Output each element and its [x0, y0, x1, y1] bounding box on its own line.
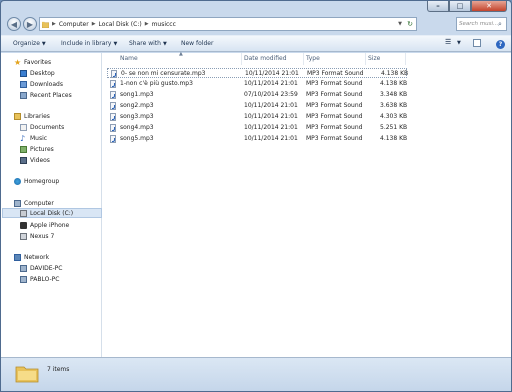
back-button[interactable]: ◀: [7, 17, 21, 31]
forward-button[interactable]: ▶: [23, 17, 37, 31]
music-icon: ♪: [20, 133, 26, 143]
title-bar: – □ ✕: [1, 1, 511, 15]
breadcrumb-local-disk[interactable]: Local Disk (C:): [99, 21, 142, 28]
column-header-size[interactable]: Size: [366, 53, 406, 65]
caption-buttons: – □ ✕: [427, 1, 507, 12]
address-bar[interactable]: ▶ Computer ▶ Local Disk (C:) ▶ musiccc ▼…: [39, 17, 417, 31]
mp3-file-icon: [111, 70, 117, 78]
folder-icon: [42, 21, 49, 28]
dropdown-arrow-icon[interactable]: ▼: [398, 21, 402, 27]
pictures-icon: [20, 145, 27, 153]
include-in-library-button[interactable]: Include in library ▼: [61, 40, 117, 47]
view-dropdown-icon[interactable]: ▼: [457, 40, 461, 46]
nav-network[interactable]: Network: [14, 252, 114, 262]
pc-icon: [20, 264, 27, 272]
close-button[interactable]: ✕: [471, 1, 507, 12]
mp3-file-icon: [110, 80, 116, 88]
homegroup-icon: [14, 177, 21, 185]
mp3-file-icon: [110, 91, 116, 99]
pc-icon: [20, 275, 27, 283]
device-icon: [20, 232, 27, 240]
command-bar: Organize ▼ Include in library ▼ Share with…: [1, 35, 511, 52]
phone-icon: [20, 221, 27, 229]
recent-places-icon: [20, 91, 27, 99]
column-header-type[interactable]: Type: [304, 53, 366, 65]
nav-local-disk[interactable]: Local Disk (C:): [2, 208, 102, 218]
address-row: ◀ ▶ ▶ Computer ▶ Local Disk (C:) ▶ music…: [5, 16, 509, 34]
breadcrumb-computer[interactable]: Computer: [59, 21, 89, 28]
file-row[interactable]: 0- se non mi censurate.mp3 10/11/2014 21…: [107, 68, 408, 78]
help-icon[interactable]: ?: [496, 40, 505, 49]
breadcrumb-separator-icon: ▶: [144, 21, 149, 27]
nav-homegroup[interactable]: Homegroup: [14, 176, 114, 186]
nav-computer[interactable]: Computer: [14, 198, 114, 208]
downloads-icon: [20, 80, 27, 88]
star-icon: ★: [14, 57, 22, 67]
network-icon: [14, 253, 21, 261]
chevron-down-icon: ▼: [41, 41, 46, 47]
drive-icon: [20, 209, 27, 217]
item-count: 7 items: [47, 366, 70, 373]
breadcrumb-separator-icon: ▶: [91, 21, 96, 27]
file-row[interactable]: song4.mp3 10/11/2014 21:01 MP3 Format So…: [107, 123, 407, 133]
breadcrumb-separator-icon: ▶: [52, 21, 56, 27]
computer-icon: [14, 199, 21, 207]
minimize-button[interactable]: –: [427, 1, 449, 12]
mp3-file-icon: [110, 124, 116, 132]
breadcrumb-musiccc[interactable]: musiccc: [152, 21, 176, 28]
videos-icon: [20, 156, 27, 164]
preview-pane-icon[interactable]: [473, 39, 481, 47]
file-row[interactable]: song3.mp3 10/11/2014 21:01 MP3 Format So…: [107, 112, 407, 122]
navigation-pane: ★ Favorites Desktop Downloads Recent Pla…: [1, 53, 102, 357]
content-area: ★ Favorites Desktop Downloads Recent Pla…: [1, 51, 511, 357]
folder-icon: [15, 366, 39, 383]
mp3-file-icon: [110, 102, 116, 110]
column-header-name[interactable]: Name: [108, 53, 242, 65]
libraries-icon: [14, 112, 21, 120]
maximize-button[interactable]: □: [449, 1, 471, 12]
view-options-icon[interactable]: ☰: [445, 38, 451, 46]
explorer-window: – □ ✕ ◀ ▶ ▶ Computer ▶ Local Disk (C:) ▶…: [0, 0, 512, 392]
chevron-down-icon: ▼: [162, 41, 167, 47]
forward-arrow-icon: ▶: [26, 19, 34, 29]
nav-favorites[interactable]: ★ Favorites: [14, 57, 114, 67]
file-row[interactable]: song1.mp3 07/10/2014 23:59 MP3 Format So…: [107, 90, 407, 100]
file-row[interactable]: 1-non c'è più gusto.mp3 10/11/2014 21:01…: [107, 79, 407, 89]
desktop-icon: [20, 69, 27, 77]
sort-arrow-icon: ▲: [179, 51, 183, 57]
file-list: Name ▲ Date modified Type Size 0- se non…: [102, 51, 511, 357]
new-folder-button[interactable]: New folder: [181, 40, 213, 47]
nav-libraries[interactable]: Libraries: [14, 111, 114, 121]
share-with-button[interactable]: Share with ▼: [129, 40, 167, 47]
file-row[interactable]: song2.mp3 10/11/2014 21:01 MP3 Format So…: [107, 101, 407, 111]
column-header-date[interactable]: Date modified: [242, 53, 304, 65]
details-pane: 7 items: [1, 357, 511, 391]
back-arrow-icon: ◀: [10, 19, 18, 29]
mp3-file-icon: [110, 135, 116, 143]
mp3-file-icon: [110, 113, 116, 121]
file-row[interactable]: song5.mp3 10/11/2014 21:01 MP3 Format So…: [107, 134, 407, 144]
documents-icon: [20, 123, 27, 131]
refresh-icon[interactable]: ↻: [407, 20, 413, 28]
search-icon[interactable]: ⌕: [498, 20, 502, 29]
chevron-down-icon: ▼: [113, 41, 118, 47]
organize-button[interactable]: Organize ▼: [13, 40, 46, 47]
